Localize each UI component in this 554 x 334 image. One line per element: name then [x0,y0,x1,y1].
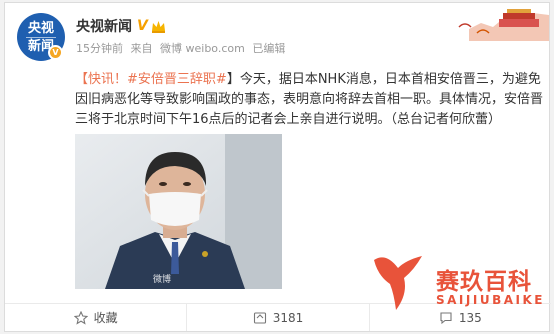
collect-button[interactable]: 收藏 [5,304,188,331]
logo-title: 赛玖百科 [436,269,532,295]
star-icon [73,310,88,325]
comment-count: 135 [458,310,482,325]
post-text: 【快讯！#安倍晋三辞职#】今天，据日本NHK消息，日本首相安倍晋三，为避免因旧病… [75,70,543,130]
repost-button[interactable]: 3181 [187,304,370,331]
repost-count: 3181 [272,310,304,325]
account-name[interactable]: 央视新闻 [76,16,132,36]
logo-subtitle: SAIJIUBAIKE [436,293,545,307]
post-prefix: 【快讯！ [75,72,128,87]
post-prefix-end: 】 [226,72,240,87]
topic-link[interactable]: #安倍晋三辞职# [127,72,227,87]
repost-icon [253,311,266,324]
avatar-divider [26,36,56,38]
source-prefix: 来自 [130,42,153,55]
comment-icon [440,311,452,324]
post-source[interactable]: 微博 weibo.com [160,42,245,55]
post-photo[interactable]: 微博 [75,134,282,289]
crown-icon [151,20,166,33]
vip-v-mark: V [137,18,148,34]
avatar-text-top: 央视 [27,20,54,36]
whale-tail-icon [374,256,422,310]
account-name-row: 央视新闻 V [76,17,166,35]
saijiubaike-watermark-logo: 赛玖百科 SAIJIUBAIKE [368,250,550,312]
post-time[interactable]: 15分钟前 [76,42,123,55]
verified-badge-icon: V [48,45,63,60]
header-banner-image [449,3,549,41]
edited-label[interactable]: 已编辑 [252,42,285,55]
collect-label: 收藏 [93,311,118,325]
post-meta: 15分钟前 来自 微博 weibo.com 已编辑 [76,40,289,56]
photo-watermark: 微博 [153,275,172,285]
